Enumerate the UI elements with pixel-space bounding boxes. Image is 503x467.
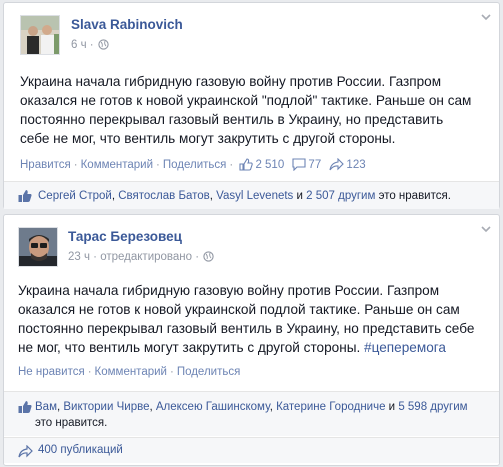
comment-icon: [292, 158, 306, 172]
share-button[interactable]: Поделиться: [163, 159, 227, 171]
liker-link[interactable]: Vasyl Levenets: [216, 190, 293, 202]
liker-link[interactable]: Катерине Городниче: [276, 401, 385, 413]
post-text-line: не мог, что вентиль могут закрутить с др…: [18, 340, 361, 355]
liker-link[interactable]: Святослав Батов: [118, 190, 210, 202]
likes-summary: Сергей Строй, Святослав Батов, Vasyl Lev…: [4, 181, 499, 209]
post-meta: 6 ч ·: [71, 39, 109, 53]
comment-button[interactable]: Комментарий: [95, 366, 167, 378]
liker-link[interactable]: Сергей Строй: [38, 190, 112, 202]
post-text: Украина начала гибридную газовую войну п…: [20, 72, 471, 148]
likes-text: Вам, Виктории Чирве, Алексею Гашинскому,…: [35, 401, 468, 429]
likes-summary: Вам, Виктории Чирве, Алексею Гашинскому,…: [4, 391, 499, 436]
post-card-1: Slava Rabinovich 6 ч · Украина начала ги…: [3, 2, 500, 209]
avatar[interactable]: [18, 227, 58, 267]
shares-summary: 400 публикаций: [4, 437, 499, 463]
like-icon: [18, 401, 32, 413]
post-text-line: постоянно перекрывал газовый вентиль в У…: [20, 112, 444, 127]
chevron-down-icon[interactable]: [481, 225, 491, 233]
others-link[interactable]: 2 507 другим: [306, 190, 375, 202]
shares-link[interactable]: 400 публикаций: [38, 444, 123, 456]
post-text-line: Украина начала гибридную газовую войну п…: [20, 74, 442, 89]
post-actions: Не нравится · Комментарий · Поделиться: [18, 366, 241, 378]
post-text: Украина начала гибридную газовую войну п…: [18, 281, 474, 357]
chevron-down-icon[interactable]: [481, 13, 491, 21]
avatar[interactable]: [20, 15, 60, 55]
like-button[interactable]: Нравится: [20, 159, 71, 171]
shares-count[interactable]: 123: [346, 159, 365, 171]
post-text-line: оказался не готов к новой украинской "по…: [20, 93, 472, 108]
globe-icon: [97, 39, 109, 53]
post-time[interactable]: 23 ч: [68, 251, 90, 263]
author-name[interactable]: Тарас Березовец: [68, 229, 182, 244]
post-meta: 23 ч · отредактировано ·: [68, 251, 214, 265]
like-icon: [18, 190, 32, 202]
comments-count[interactable]: 77: [308, 159, 321, 171]
post-text-line: оказался не готов к новой украинской под…: [18, 302, 460, 317]
post-time[interactable]: 6 ч: [71, 39, 87, 51]
edited-label[interactable]: отредактировано: [100, 251, 192, 263]
liker-link[interactable]: Виктории Чирве: [63, 401, 149, 413]
post-card-2: Тарас Березовец 23 ч · отредактировано ·…: [3, 214, 500, 466]
author-name[interactable]: Slava Rabinovich: [71, 17, 183, 32]
others-link[interactable]: 5 598 другим: [398, 401, 467, 413]
share-arrow-icon: [329, 157, 345, 171]
post-text-line: себе не мог, что вентиль могут закрутить…: [20, 131, 396, 146]
likes-count[interactable]: 2 510: [255, 159, 284, 171]
hashtag-link[interactable]: #цеперемога: [364, 340, 446, 355]
likes-text: Сергей Строй, Святослав Батов, Vasyl Lev…: [38, 190, 451, 202]
comment-button[interactable]: Комментарий: [81, 159, 153, 171]
liker-link[interactable]: Алексею Гашинскому: [156, 401, 270, 413]
likes-suffix: это нравится.: [378, 190, 451, 202]
liker-link[interactable]: Вам: [35, 401, 57, 413]
share-button[interactable]: Поделиться: [177, 366, 241, 378]
share-arrow-icon: [18, 445, 33, 458]
post-text-line: Украина начала гибридную газовую войну п…: [18, 283, 440, 298]
globe-icon: [203, 251, 214, 265]
post-actions: Нравится · Комментарий · Поделиться · 2 510 7…: [20, 157, 366, 172]
likes-suffix: это нравится.: [35, 417, 108, 429]
post-text-line: постоянно перекрывал газовый вентиль в У…: [18, 321, 475, 336]
thumbs-up-icon: [239, 158, 254, 171]
unlike-button[interactable]: Не нравится: [18, 366, 85, 378]
